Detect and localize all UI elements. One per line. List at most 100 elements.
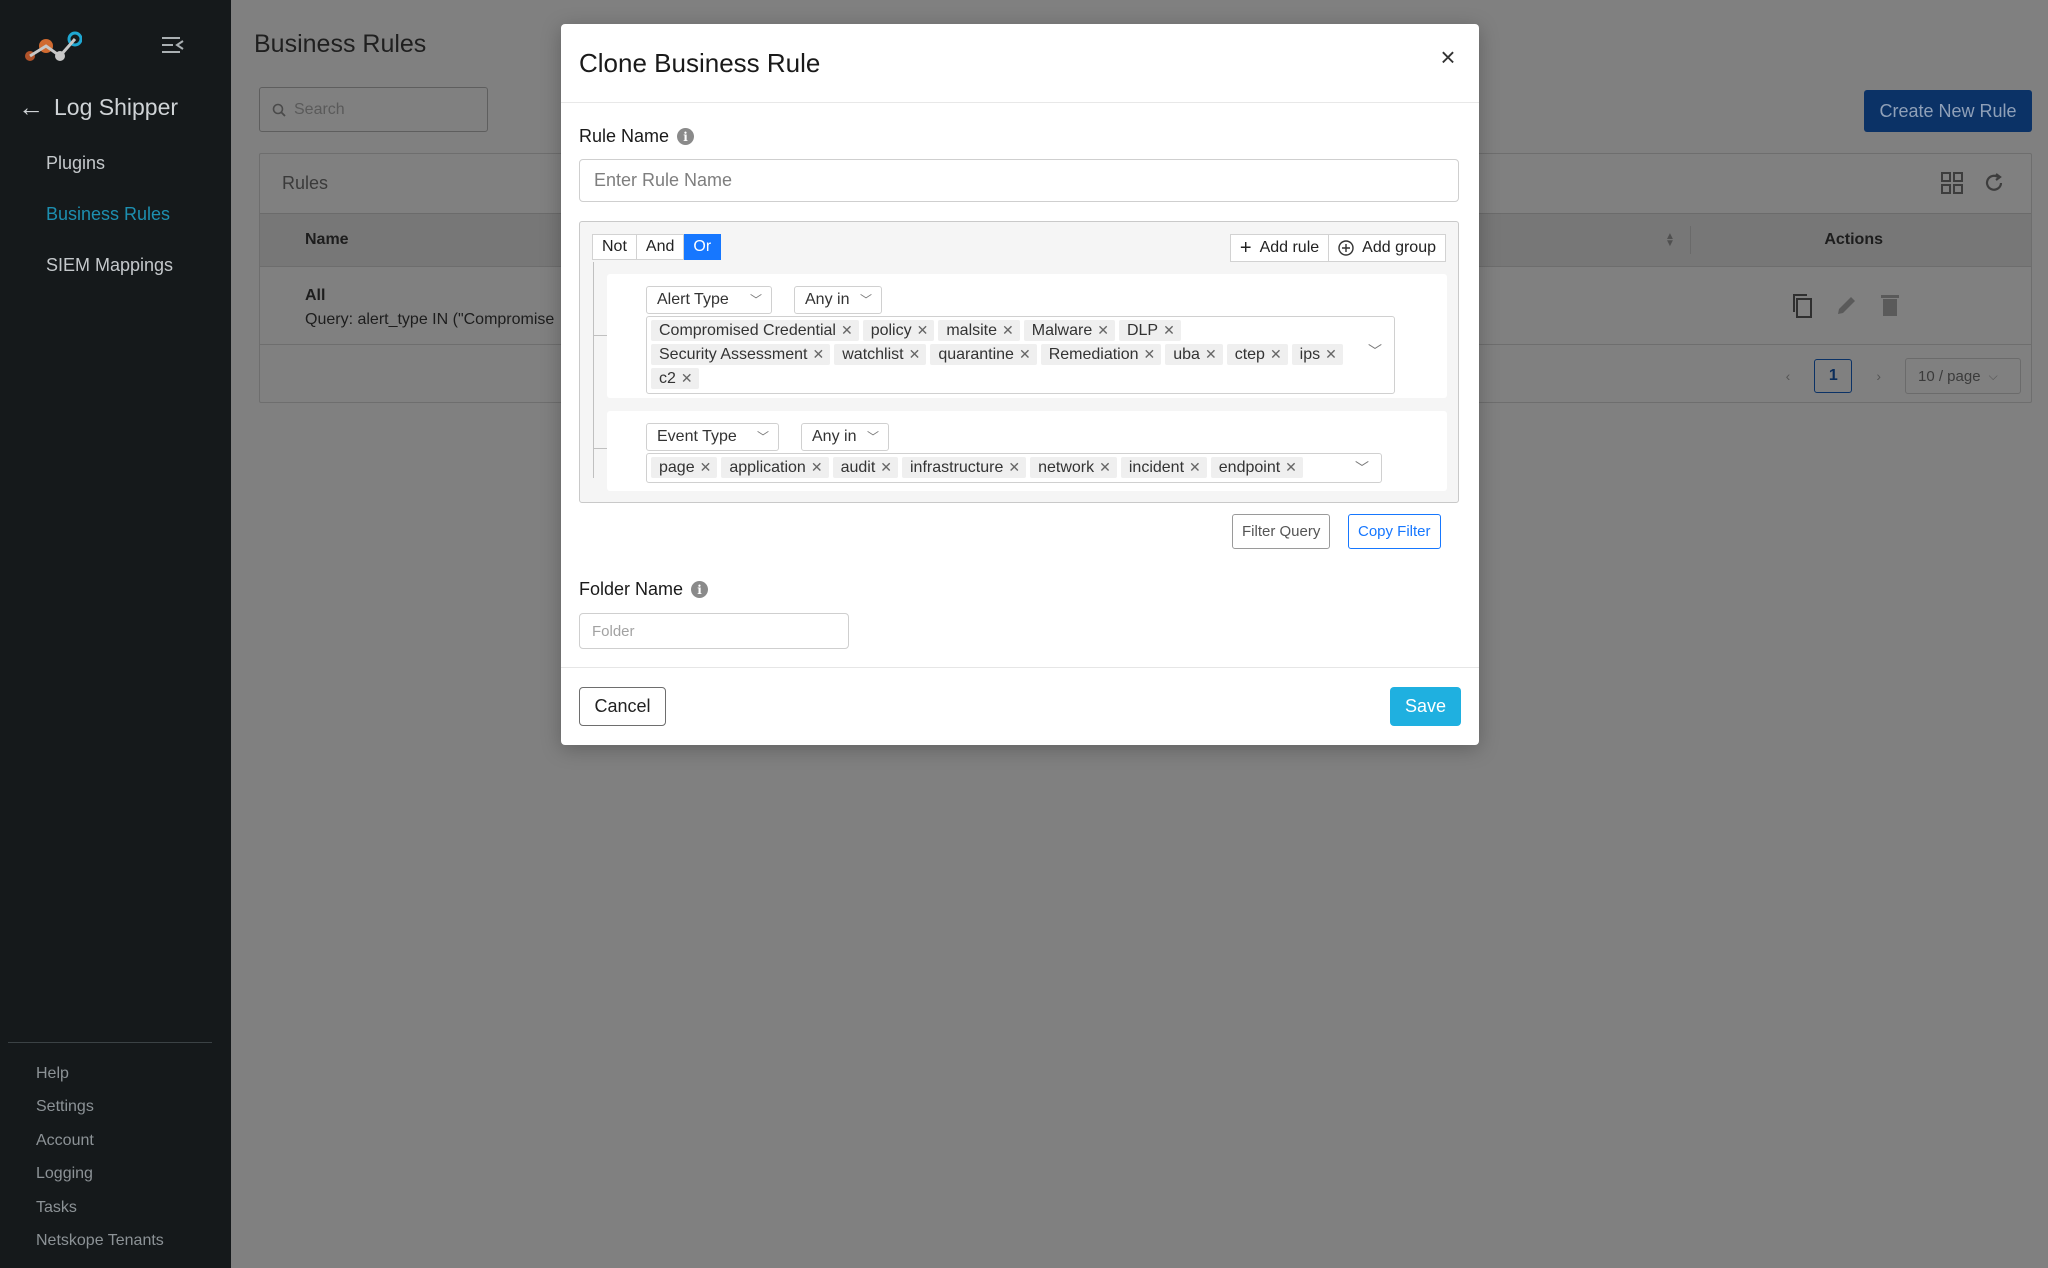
- cancel-button[interactable]: Cancel: [579, 687, 666, 726]
- sort-icon[interactable]: ▲ ▼: [1665, 232, 1675, 249]
- value-tag: c2 ✕: [651, 368, 699, 389]
- rule-name-label-text: Rule Name: [579, 126, 670, 146]
- sidebar-item-tasks[interactable]: Tasks: [36, 1198, 164, 1231]
- field-select[interactable]: Alert Type ﹀: [646, 286, 772, 314]
- filter-query-button[interactable]: Filter Query: [1232, 514, 1331, 549]
- back-link[interactable]: ← Log Shipper: [18, 92, 178, 122]
- remove-tag-icon[interactable]: ✕: [909, 344, 921, 365]
- chevron-down-icon: ﹀: [756, 430, 769, 444]
- copy-icon[interactable]: [1791, 293, 1815, 319]
- prev-page-icon[interactable]: ‹: [1786, 368, 1791, 384]
- copy-filter-button[interactable]: Copy Filter: [1348, 514, 1441, 549]
- value-multiselect[interactable]: Compromised Credential ✕ policy ✕ malsite ✕ Ma…: [646, 316, 1395, 394]
- remove-tag-icon[interactable]: ✕: [1019, 344, 1031, 365]
- grid-view-icon[interactable]: [1941, 172, 1963, 194]
- remove-tag-icon[interactable]: ✕: [841, 320, 853, 341]
- remove-tag-icon[interactable]: ✕: [1099, 457, 1111, 478]
- remove-tag-icon[interactable]: ✕: [813, 344, 825, 365]
- conjunction-and[interactable]: And: [636, 234, 685, 260]
- sidebar-item-business-rules[interactable]: Business Rules: [46, 201, 173, 252]
- conjunction-group: Not And Or: [592, 234, 722, 260]
- conjunction-not[interactable]: Not: [592, 234, 637, 260]
- rule-name-input[interactable]: [579, 159, 1459, 202]
- remove-tag-icon[interactable]: ✕: [1205, 344, 1217, 365]
- menu-collapse-icon[interactable]: [162, 36, 184, 54]
- remove-tag-icon[interactable]: ✕: [1097, 320, 1109, 341]
- create-new-rule-button[interactable]: Create New Rule: [1864, 90, 2032, 132]
- modal-title: Clone Business Rule: [579, 48, 821, 78]
- chevron-down-icon[interactable]: ﹀: [1368, 341, 1382, 361]
- clone-rule-modal: Clone Business Rule × Rule Name i Not An…: [561, 24, 1479, 745]
- plus-icon: +: [1239, 237, 1252, 259]
- sidebar-item-settings[interactable]: Settings: [36, 1097, 164, 1130]
- chevron-down-icon: ﹀: [749, 293, 762, 307]
- value-tag: malsite ✕: [938, 320, 1020, 341]
- remove-tag-icon[interactable]: ✕: [1189, 457, 1201, 478]
- value-tag: Remediation ✕: [1040, 344, 1162, 365]
- remove-tag-icon[interactable]: ✕: [1002, 320, 1014, 341]
- refresh-icon[interactable]: [1983, 172, 2005, 194]
- value-tag-label: watchlist: [842, 346, 904, 363]
- remove-tag-icon[interactable]: ✕: [917, 320, 929, 341]
- page-size-select[interactable]: 10 / page ⌵: [1905, 358, 2021, 394]
- edit-icon[interactable]: [1835, 293, 1859, 317]
- value-tag-label: Remediation: [1048, 346, 1139, 363]
- info-icon[interactable]: i: [691, 581, 709, 598]
- remove-tag-icon[interactable]: ✕: [1325, 344, 1337, 365]
- remove-tag-icon[interactable]: ✕: [1285, 457, 1297, 478]
- folder-input[interactable]: [579, 613, 849, 649]
- info-icon[interactable]: i: [677, 128, 695, 145]
- operator-select[interactable]: Any in ﹀: [801, 423, 889, 451]
- remove-tag-icon[interactable]: ✕: [700, 457, 712, 478]
- remove-tag-icon[interactable]: ✕: [1163, 320, 1175, 341]
- add-rule-label: Add rule: [1259, 239, 1320, 256]
- add-group-button[interactable]: Add group: [1329, 234, 1446, 262]
- operator-select-value: Any in: [812, 428, 857, 445]
- value-tag: application ✕: [721, 457, 829, 478]
- sidebar-item-netskope-tenants[interactable]: Netskope Tenants: [36, 1231, 164, 1264]
- chevron-down-icon[interactable]: ﹀: [1355, 458, 1369, 478]
- field-select[interactable]: Event Type ﹀: [646, 423, 779, 451]
- remove-tag-icon[interactable]: ✕: [1144, 344, 1156, 365]
- column-header-name[interactable]: Name: [305, 231, 349, 249]
- value-tag-label: endpoint: [1218, 459, 1281, 476]
- sidebar-item-siem-mappings[interactable]: SIEM Mappings: [46, 252, 173, 303]
- tree-connector: [593, 262, 594, 478]
- remove-tag-icon[interactable]: ✕: [681, 368, 693, 389]
- value-tag: Security Assessment ✕: [651, 344, 831, 365]
- search-input[interactable]: Search: [259, 87, 488, 132]
- remove-tag-icon[interactable]: ✕: [811, 457, 823, 478]
- value-tag: Compromised Credential ✕: [651, 320, 859, 341]
- value-tag: ctep ✕: [1226, 344, 1288, 365]
- sidebar-item-plugins[interactable]: Plugins: [46, 150, 173, 201]
- rule-name-cell: All: [305, 287, 326, 304]
- tree-connector: [593, 335, 607, 336]
- chevron-down-icon: ﹀: [866, 430, 879, 444]
- rule-item: Event Type ﹀ Any in ﹀ page ✕ application ✕ a…: [607, 411, 1447, 491]
- remove-tag-icon[interactable]: ✕: [1270, 344, 1282, 365]
- sidebar-item-account[interactable]: Account: [36, 1131, 164, 1164]
- sidebar-item-help[interactable]: Help: [36, 1064, 164, 1097]
- close-icon[interactable]: ×: [1435, 44, 1461, 70]
- delete-icon[interactable]: [1879, 293, 1901, 317]
- arrow-left-icon: ←: [18, 92, 44, 122]
- value-tag-label: Malware: [1031, 322, 1093, 339]
- conjunction-or[interactable]: Or: [684, 234, 722, 260]
- chevron-down-icon: ⌵: [1988, 368, 1998, 383]
- app-logo-icon[interactable]: [24, 30, 82, 64]
- value-tag: page ✕: [651, 457, 718, 478]
- sidebar-item-logging[interactable]: Logging: [36, 1164, 164, 1197]
- next-page-icon[interactable]: ›: [1876, 368, 1881, 384]
- remove-tag-icon[interactable]: ✕: [880, 457, 892, 478]
- rule-name-label: Rule Name i: [579, 126, 695, 147]
- add-rule-button[interactable]: + Add rule: [1229, 234, 1330, 262]
- value-tag-label: policy: [870, 322, 912, 339]
- value-tag-label: uba: [1173, 346, 1200, 363]
- remove-tag-icon[interactable]: ✕: [1008, 457, 1020, 478]
- value-multiselect[interactable]: page ✕ application ✕ audit ✕ infrastructure ✕ ne…: [646, 453, 1382, 483]
- page-number[interactable]: 1: [1814, 359, 1853, 393]
- operator-select[interactable]: Any in ﹀: [794, 286, 882, 314]
- search-icon: [272, 103, 286, 117]
- save-button[interactable]: Save: [1390, 687, 1461, 726]
- value-tag: audit ✕: [832, 457, 898, 478]
